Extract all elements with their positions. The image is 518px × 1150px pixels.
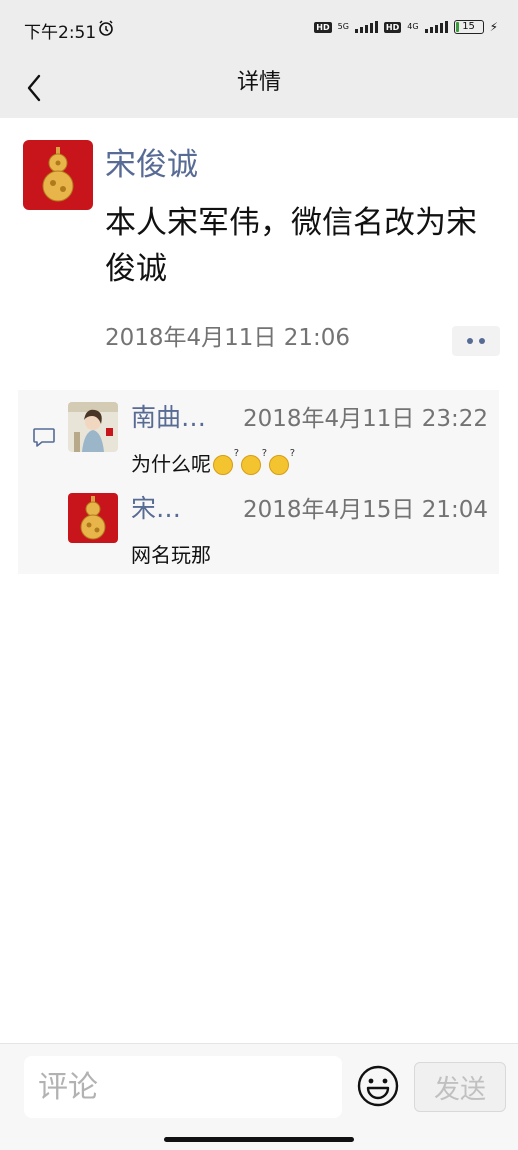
send-button[interactable]: 发送 bbox=[414, 1062, 506, 1112]
post-text: 本人宋军伟，微信名改为宋俊诚 bbox=[105, 205, 477, 287]
gourd-icon bbox=[80, 496, 106, 540]
comment-author[interactable]: 宋… bbox=[131, 493, 181, 525]
dot-icon bbox=[467, 338, 473, 344]
confused-emoji-icon: ? bbox=[213, 448, 239, 475]
home-indicator[interactable] bbox=[164, 1137, 354, 1142]
comment-body: 网名玩那 bbox=[131, 543, 211, 567]
confused-emoji-icon: ? bbox=[269, 448, 295, 475]
comment-time: 2018年4月15日 21:04 bbox=[242, 497, 488, 523]
alarm-icon bbox=[97, 19, 115, 41]
comment-time: 2018年4月11日 23:22 bbox=[242, 406, 488, 432]
signal-icon bbox=[354, 21, 378, 33]
comment-bar: 发送 bbox=[0, 1043, 518, 1150]
hd-badge: HD bbox=[314, 21, 332, 33]
battery-level: 15 bbox=[462, 21, 475, 32]
hd-badge: HD bbox=[383, 21, 402, 33]
comment-section: 南曲… 2018年4月11日 23:22 为什么呢 ? ? ? 宋… 2018年… bbox=[18, 390, 499, 574]
network-type: 4G bbox=[407, 22, 419, 31]
comment-author[interactable]: 南曲… bbox=[131, 402, 206, 434]
comment-icon bbox=[32, 427, 56, 453]
status-indicators: HD 5G HD 4G 15 ⚡ bbox=[314, 20, 498, 34]
status-bar: 下午2:51 HD 5G HD 4G 15 ⚡ bbox=[0, 0, 518, 60]
post-time: 2018年4月11日 21:06 bbox=[105, 325, 351, 351]
comment-body: 为什么呢 bbox=[131, 452, 211, 476]
comment-text: 为什么呢 ? ? ? bbox=[131, 448, 295, 477]
comment-input[interactable] bbox=[24, 1056, 342, 1118]
status-time: 下午2:51 bbox=[24, 23, 97, 43]
battery-icon: 15 bbox=[453, 20, 484, 34]
page-title: 详情 bbox=[236, 70, 281, 95]
avatar[interactable] bbox=[68, 493, 118, 543]
confused-emoji-icon: ? bbox=[241, 448, 267, 475]
nav-bar: 详情 bbox=[0, 60, 518, 118]
avatar[interactable] bbox=[68, 402, 118, 452]
charging-icon: ⚡ bbox=[489, 20, 498, 34]
post-author[interactable]: 宋俊诚 bbox=[105, 146, 198, 184]
avatar[interactable] bbox=[23, 140, 93, 210]
dot-icon bbox=[479, 338, 485, 344]
more-button[interactable] bbox=[452, 326, 500, 356]
emoji-button[interactable] bbox=[356, 1064, 400, 1108]
smiley-icon bbox=[357, 1065, 399, 1107]
comment-text: 网名玩那 bbox=[131, 539, 211, 568]
network-type: 5G bbox=[337, 22, 349, 31]
gourd-icon bbox=[42, 147, 74, 202]
signal-icon bbox=[424, 21, 448, 33]
